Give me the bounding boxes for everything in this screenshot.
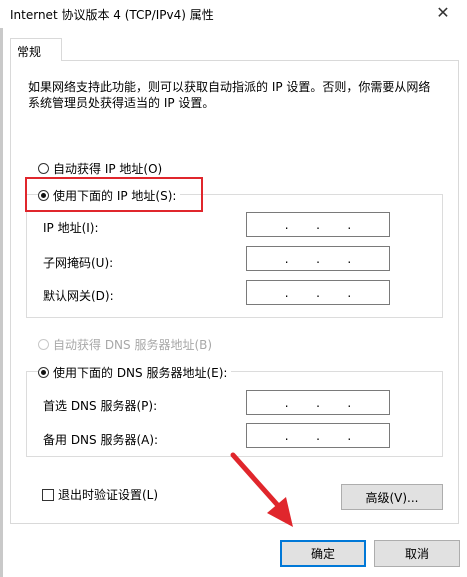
ip-dot: .: [347, 428, 352, 443]
ip-dot: .: [284, 395, 289, 410]
ip-address-input[interactable]: ...: [246, 212, 390, 237]
manual-dns-radio-label: 使用下面的 DNS 服务器地址(E):: [53, 366, 228, 380]
auto-dns-radio-label: 自动获得 DNS 服务器地址(B): [53, 338, 213, 352]
ip-dot: .: [316, 428, 320, 443]
subnet-mask-input[interactable]: ...: [246, 246, 390, 271]
ip-dot: .: [316, 217, 320, 232]
title-bar: Internet 协议版本 4 (TCP/IPv4) 属性 ✕: [0, 0, 467, 28]
tcpip-properties-dialog: Internet 协议版本 4 (TCP/IPv4) 属性 ✕ 常规 如果网络支…: [0, 0, 467, 577]
subnet-mask-label: 子网掩码(U):: [43, 256, 114, 270]
ip-dot: .: [316, 395, 320, 410]
ip-dot: .: [347, 285, 352, 300]
ok-button[interactable]: 确定: [280, 540, 366, 567]
auto-dns-radio[interactable]: 自动获得 DNS 服务器地址(B): [38, 336, 212, 353]
validate-on-exit-label: 退出时验证设置(L): [58, 488, 159, 502]
validate-on-exit-checkbox[interactable]: 退出时验证设置(L): [42, 486, 158, 503]
advanced-button[interactable]: 高级(V)...: [341, 484, 443, 510]
auto-ip-radio[interactable]: 自动获得 IP 地址(O): [38, 160, 162, 177]
auto-ip-radio-circle[interactable]: [38, 163, 49, 174]
close-icon[interactable]: ✕: [433, 3, 453, 22]
default-gateway-label: 默认网关(D):: [43, 289, 114, 303]
description-text: 如果网络支持此功能，则可以获取自动指派的 IP 设置。否则，你需要从网络系统管理…: [28, 80, 431, 110]
auto-ip-radio-label: 自动获得 IP 地址(O): [53, 162, 163, 176]
ip-dot: .: [347, 251, 352, 266]
ip-dot: .: [284, 217, 289, 232]
alternate-dns-input[interactable]: ...: [246, 423, 390, 448]
preferred-dns-input[interactable]: ...: [246, 390, 390, 415]
validate-on-exit-box[interactable]: [42, 488, 54, 501]
ip-dot: .: [347, 395, 352, 410]
window-title: Internet 协议版本 4 (TCP/IPv4) 属性: [10, 8, 214, 22]
ip-dot: .: [284, 251, 289, 266]
manual-dns-radio[interactable]: 使用下面的 DNS 服务器地址(E):: [38, 364, 232, 381]
preferred-dns-label: 首选 DNS 服务器(P):: [43, 399, 158, 413]
ip-dot: .: [347, 217, 352, 232]
auto-dns-radio-circle[interactable]: [38, 339, 49, 350]
tab-general-label: 常规: [17, 45, 42, 59]
background-window-edge: [0, 28, 3, 577]
ip-dot: .: [284, 428, 289, 443]
ip-dot: .: [316, 251, 320, 266]
alternate-dns-label: 备用 DNS 服务器(A):: [43, 433, 159, 447]
ip-dot: .: [284, 285, 289, 300]
ip-address-label: IP 地址(I):: [43, 221, 99, 235]
highlight-box: [25, 177, 203, 212]
tab-general[interactable]: 常规: [10, 38, 62, 61]
manual-dns-radio-circle[interactable]: [38, 367, 49, 378]
default-gateway-input[interactable]: ...: [246, 280, 390, 305]
cancel-button[interactable]: 取消: [374, 540, 460, 567]
ip-dot: .: [316, 285, 320, 300]
